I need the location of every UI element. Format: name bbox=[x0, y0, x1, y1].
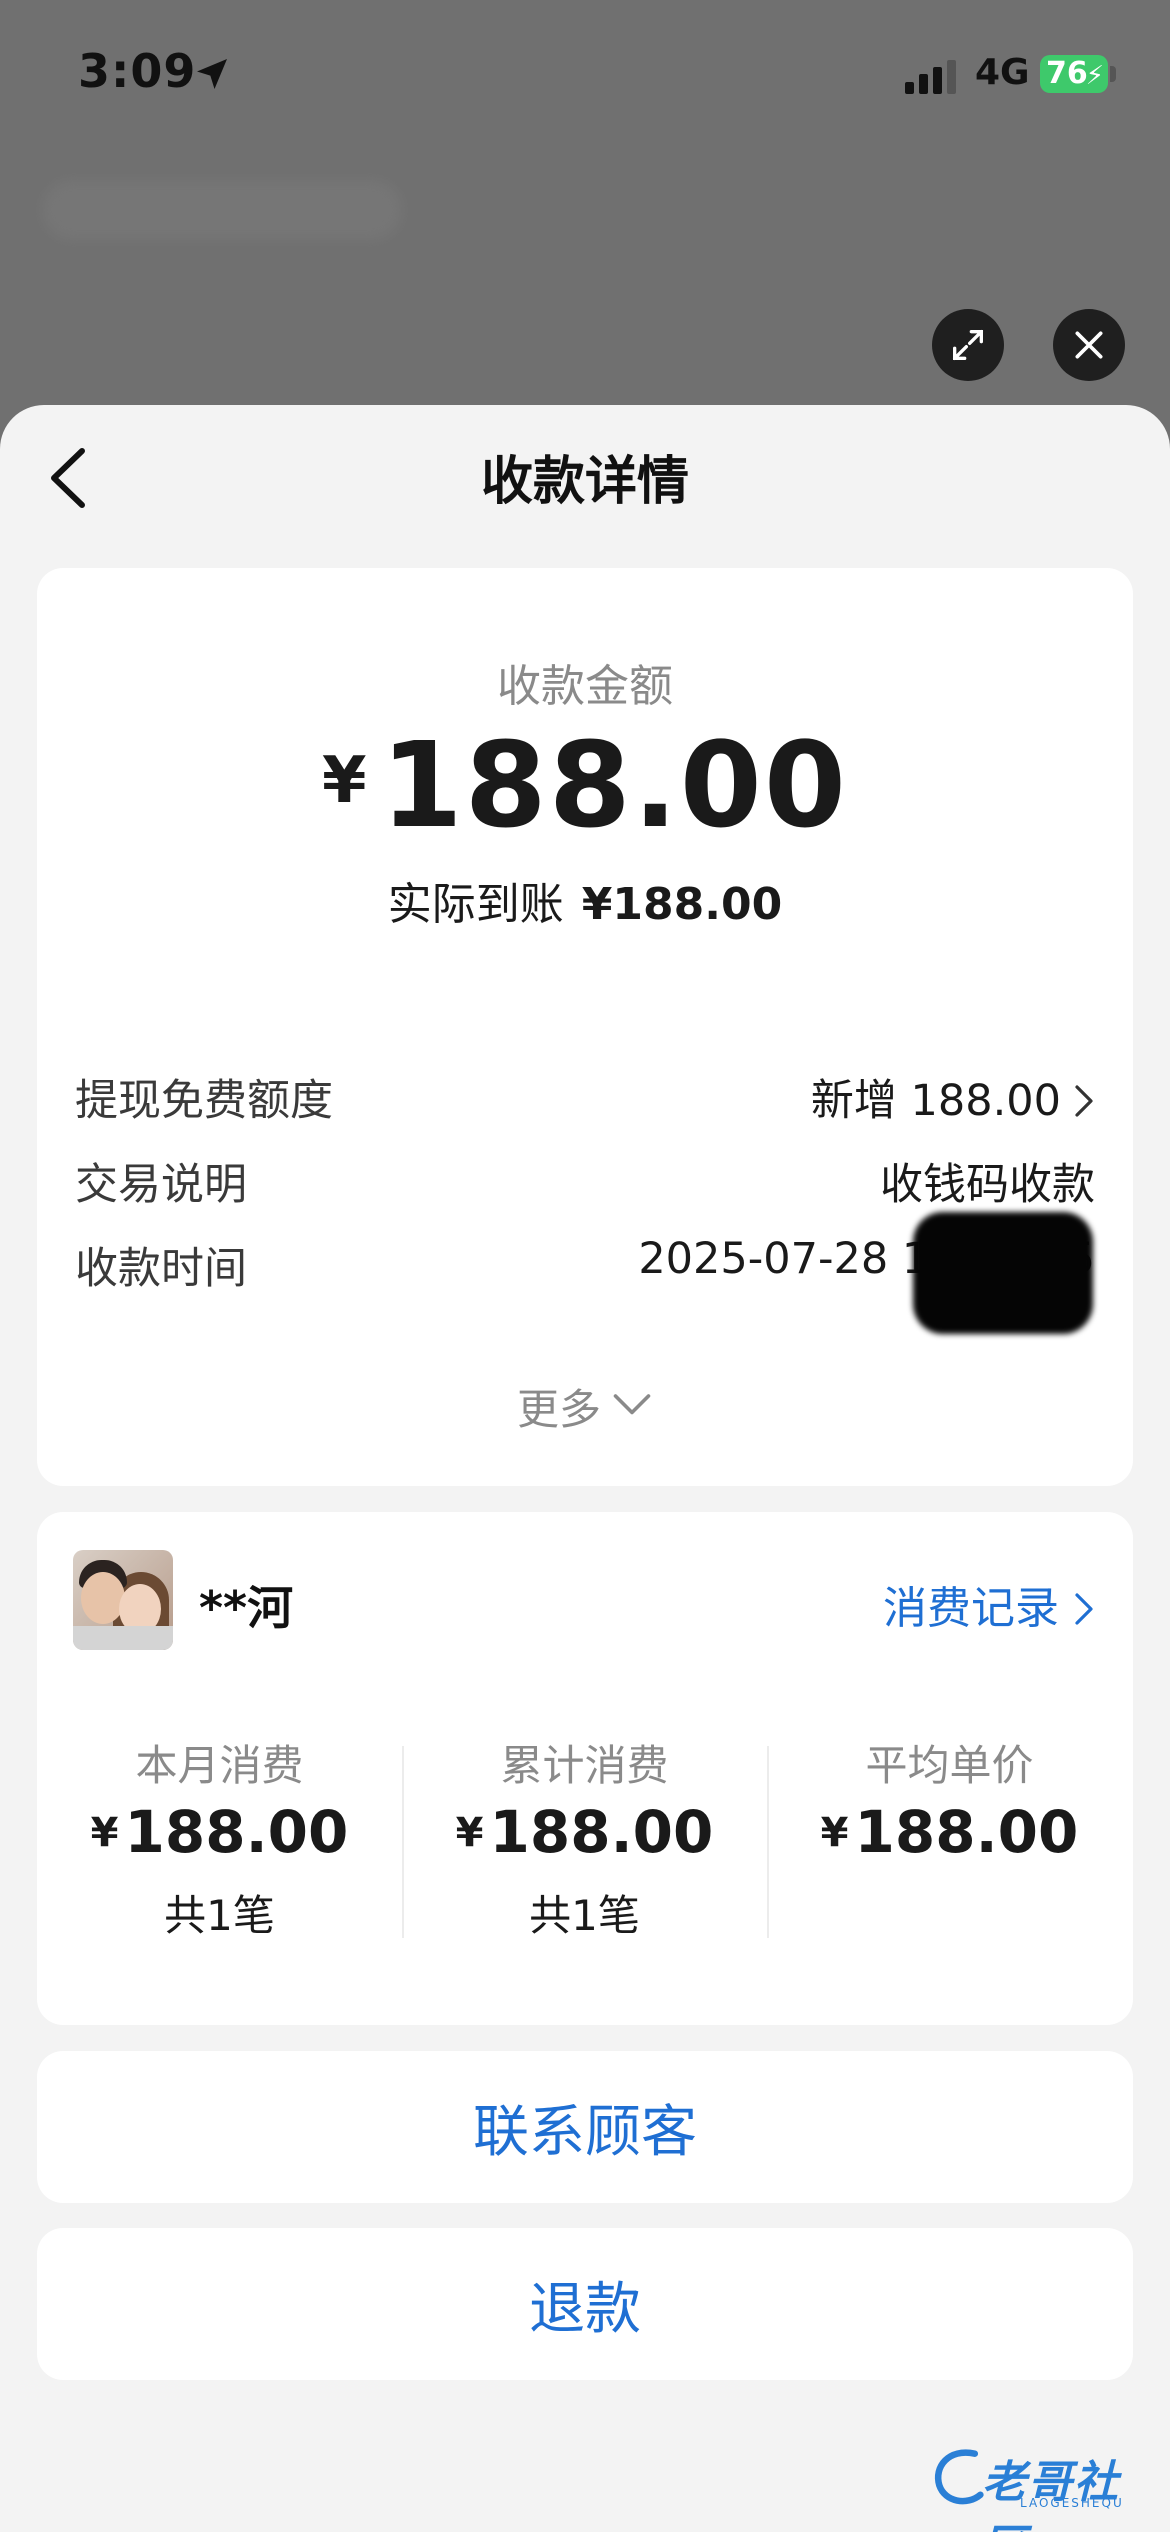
status-time: 3:09 bbox=[78, 44, 197, 98]
stat-label: 平均单价 bbox=[865, 1741, 1034, 1790]
detail-label: 交易说明 bbox=[75, 1160, 247, 1210]
status-bar: 3:09 4G 76 ⚡ bbox=[0, 0, 1170, 150]
received-amount: 实际到账 ¥188.00 bbox=[37, 868, 1133, 932]
network-type: 4G bbox=[975, 52, 1030, 93]
currency-symbol: ¥ bbox=[820, 1810, 849, 1856]
stat-amount: ¥188.00 bbox=[767, 1798, 1132, 1866]
consumption-records-link[interactable]: 消费记录 bbox=[883, 1572, 1095, 1636]
detail-value: 新增 188.00 bbox=[811, 1066, 1095, 1128]
amount-value: ¥188.00 bbox=[37, 716, 1133, 854]
avatar bbox=[73, 1550, 173, 1650]
stat-amount: ¥188.00 bbox=[402, 1798, 767, 1866]
refund-button[interactable]: 退款 bbox=[37, 2228, 1133, 2380]
battery-indicator: 76 ⚡ bbox=[1040, 55, 1108, 93]
detail-row-description: 交易说明 收钱码收款 bbox=[75, 1150, 1095, 1210]
chevron-right-icon bbox=[1075, 1593, 1093, 1625]
detail-label: 提现免费额度 bbox=[75, 1076, 333, 1126]
customer-card: **河 消费记录 本月消费 ¥188.00 共1笔 累计消费 ¥188.00 共… bbox=[37, 1512, 1133, 2025]
screen: 3:09 4G 76 ⚡ 收款详情 收款金额 ¥ 188.00 实际到账 ¥18… bbox=[0, 0, 1170, 2532]
stat-month: 本月消费 ¥188.00 共1笔 bbox=[37, 1732, 402, 1942]
received-value: ¥188.00 bbox=[581, 879, 783, 930]
stat-value: 188.00 bbox=[124, 1798, 349, 1866]
redaction-scribble bbox=[913, 1212, 1093, 1334]
stat-label: 本月消费 bbox=[135, 1741, 304, 1790]
battery-level: 76 bbox=[1046, 56, 1088, 91]
amount-card: 收款金额 ¥188.00 实际到账 ¥188.00 提现免费额度 新增 188.0… bbox=[37, 568, 1133, 1486]
detail-label: 收款时间 bbox=[75, 1244, 247, 1294]
stat-average: 平均单价 ¥188.00 bbox=[767, 1732, 1132, 1942]
stat-count: 共1笔 bbox=[164, 1891, 275, 1940]
currency-symbol: ¥ bbox=[455, 1810, 484, 1856]
chevron-right-icon bbox=[1075, 1085, 1093, 1117]
more-label: 更多 bbox=[516, 1385, 601, 1434]
detail-value: 收钱码收款 bbox=[880, 1160, 1095, 1210]
page-title: 收款详情 bbox=[480, 452, 689, 512]
detail-row-free-quota[interactable]: 提现免费额度 新增 188.00 bbox=[75, 1066, 1095, 1126]
close-icon bbox=[1075, 331, 1103, 359]
watermark-subtext: LAOGESHEQU bbox=[1020, 2496, 1124, 2510]
stat-amount: ¥188.00 bbox=[37, 1798, 402, 1866]
close-button[interactable] bbox=[1053, 309, 1125, 381]
contact-customer-button[interactable]: 联系顾客 bbox=[37, 2051, 1133, 2203]
records-link-label: 消费记录 bbox=[883, 1583, 1059, 1634]
expand-button[interactable] bbox=[932, 309, 1004, 381]
customer-name: **河 bbox=[199, 1581, 294, 1635]
more-toggle[interactable]: 更多 bbox=[37, 1376, 1133, 1437]
stat-label: 累计消费 bbox=[500, 1741, 669, 1790]
chevron-down-icon bbox=[613, 1394, 651, 1415]
dragon-logo-icon bbox=[934, 2449, 984, 2505]
blurred-background-content bbox=[42, 180, 402, 240]
stat-value: 188.00 bbox=[489, 1798, 714, 1866]
received-label: 实际到账 bbox=[387, 879, 564, 930]
customer-stats: 本月消费 ¥188.00 共1笔 累计消费 ¥188.00 共1笔 平均单价 ¥… bbox=[37, 1732, 1133, 1942]
watermark-text: 老哥社区 bbox=[982, 2457, 1120, 2532]
charging-bolt-icon: ⚡ bbox=[1085, 61, 1104, 91]
watermark-logo: 老哥社区 LAOGESHEQU bbox=[930, 2440, 1155, 2532]
stat-value: 188.00 bbox=[854, 1798, 1079, 1866]
amount-label: 收款金额 bbox=[497, 661, 673, 712]
stat-total: 累计消费 ¥188.00 共1笔 bbox=[402, 1732, 767, 1942]
cellular-signal-icon bbox=[905, 60, 956, 94]
location-arrow-icon bbox=[197, 59, 227, 89]
currency-symbol: ¥ bbox=[322, 744, 367, 818]
free-quota-value: 新增 188.00 bbox=[810, 1076, 1061, 1126]
amount-number: 188.00 bbox=[380, 716, 848, 854]
currency-symbol: ¥ bbox=[90, 1810, 119, 1856]
battery-cap bbox=[1110, 66, 1116, 82]
stat-count: 共1笔 bbox=[529, 1891, 640, 1940]
payment-detail-sheet: 收款详情 收款金额 ¥188.00 实际到账 ¥188.00 提现免费额度 新增 … bbox=[0, 405, 1170, 2532]
expand-icon bbox=[953, 330, 983, 360]
